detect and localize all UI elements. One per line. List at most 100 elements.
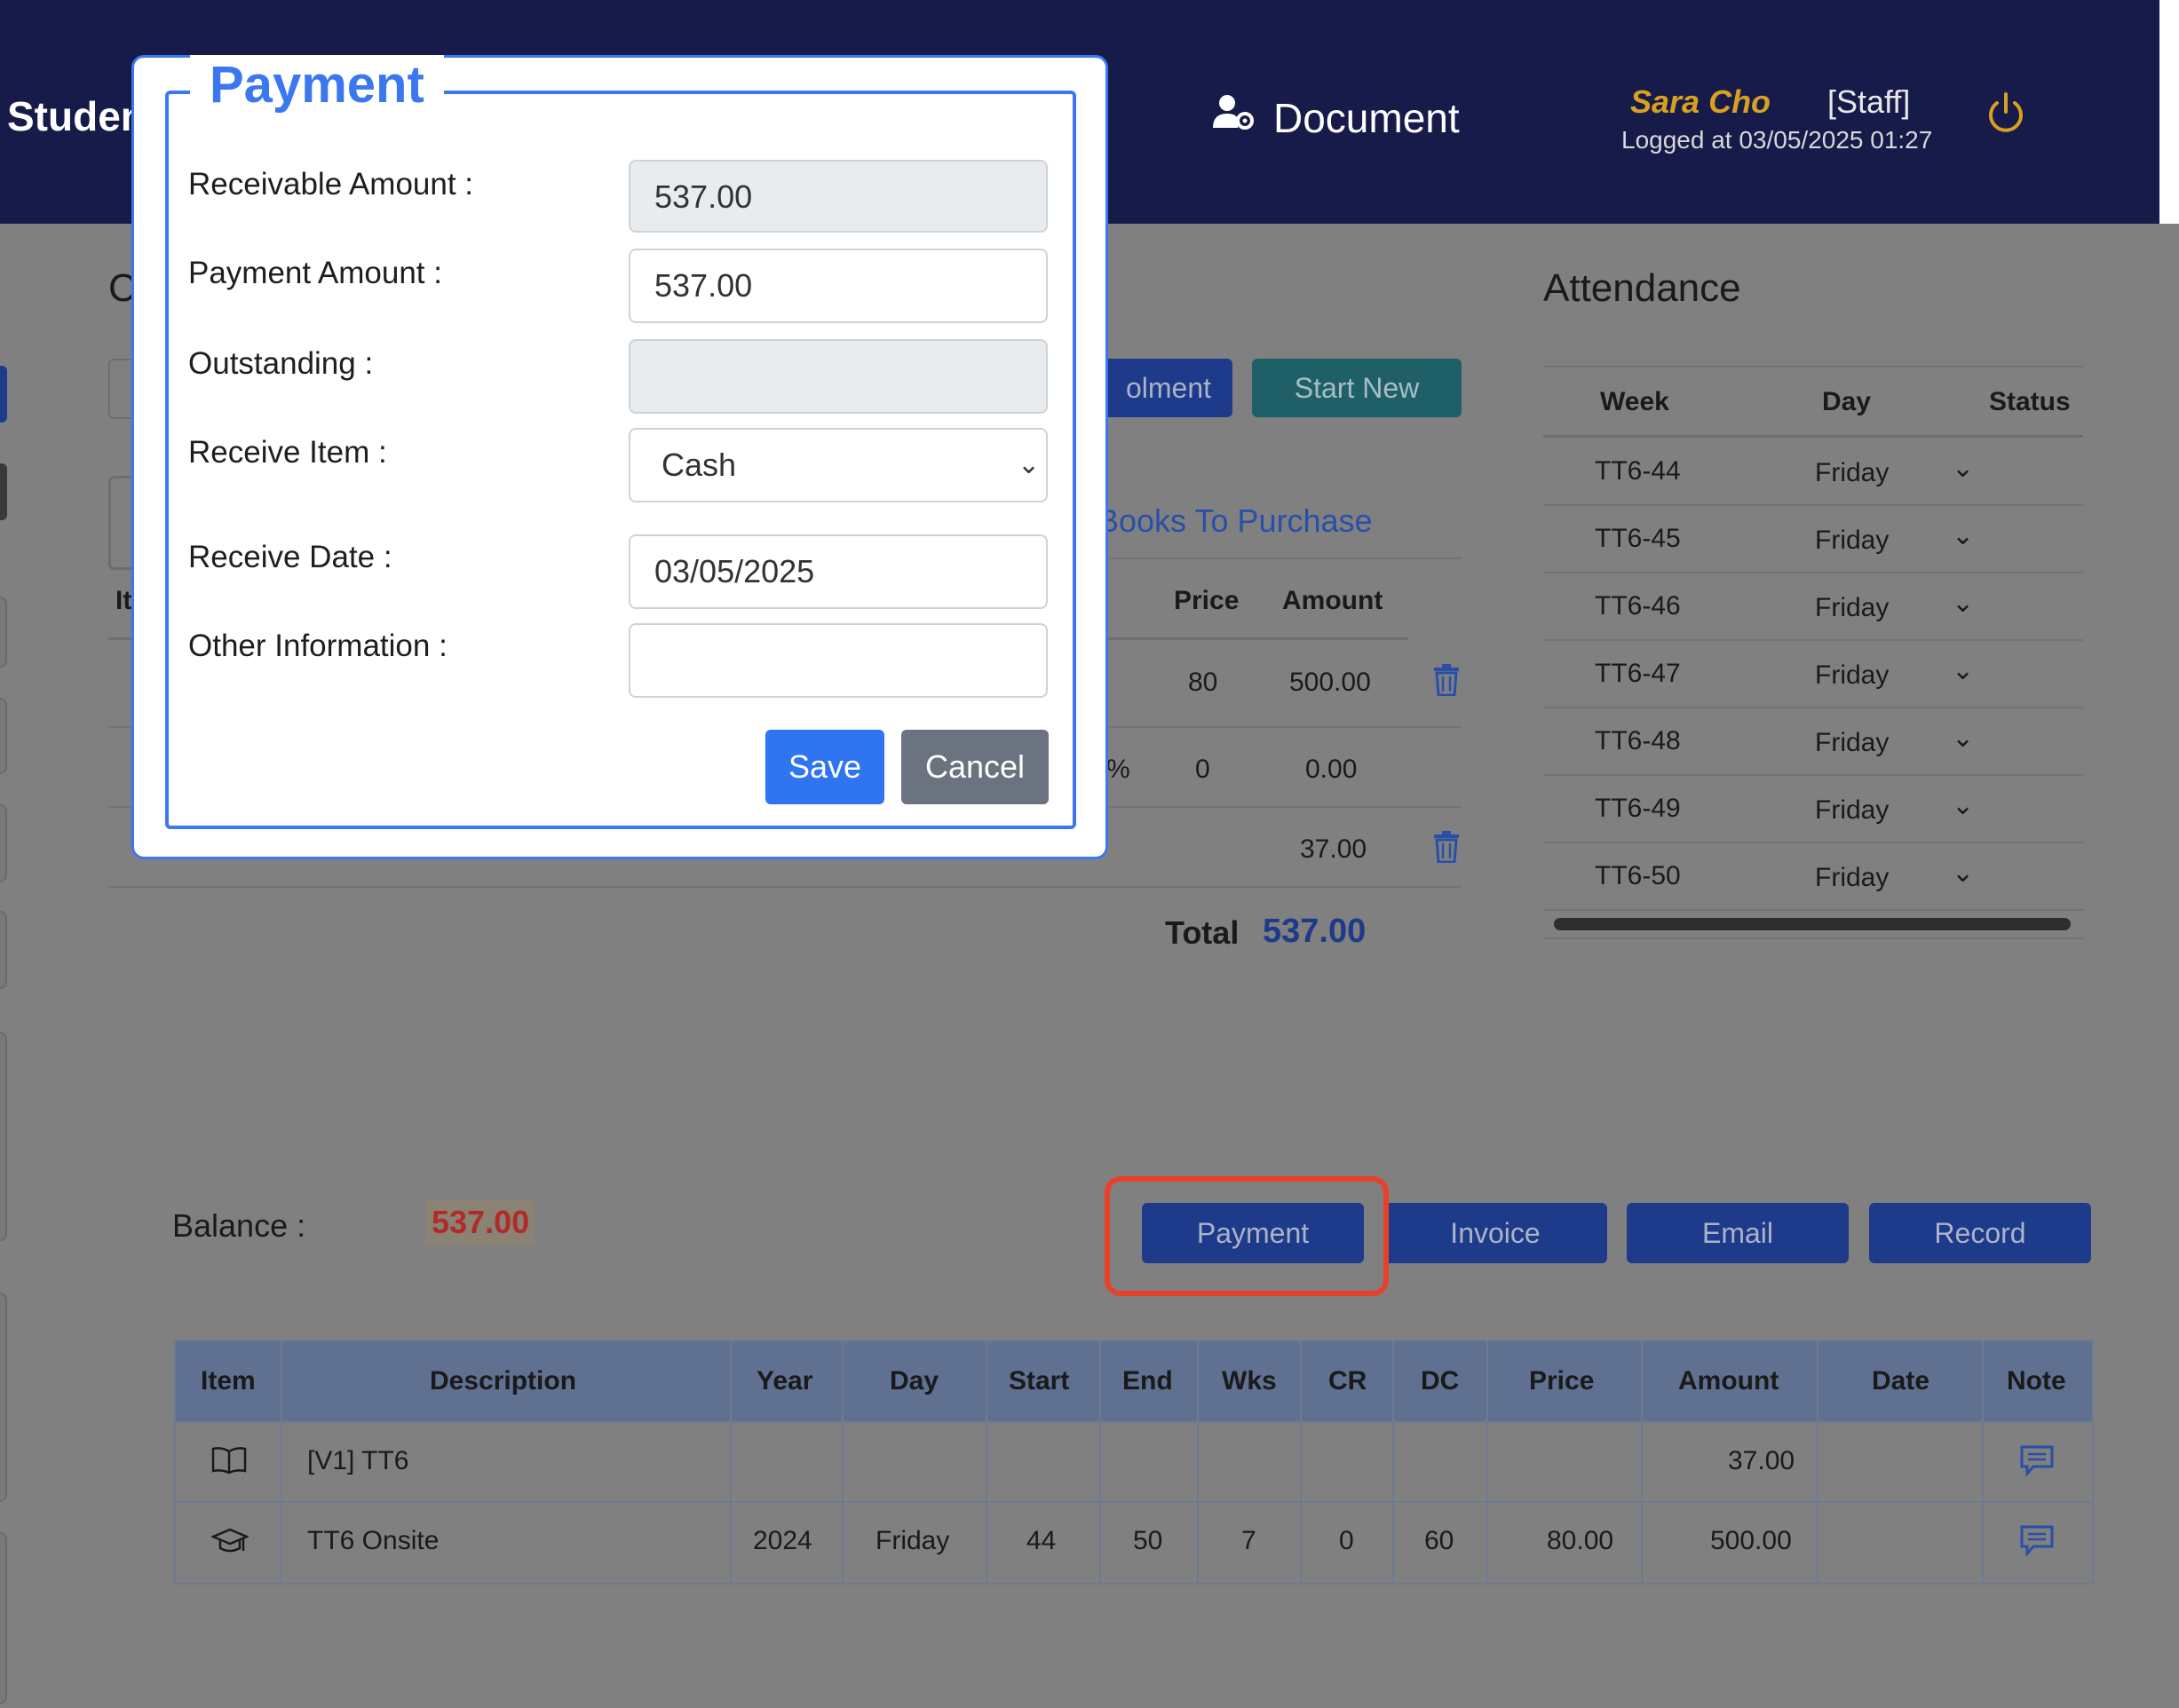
side-tab[interactable] [0, 911, 7, 989]
side-tab[interactable] [0, 1032, 7, 1241]
row-divider [108, 886, 1462, 888]
book-icon [211, 1446, 247, 1475]
col-note: Note [2007, 1366, 2066, 1396]
divider [1543, 707, 2083, 708]
row-price: 80.00 [1547, 1526, 1614, 1555]
other-information-input[interactable] [629, 623, 1048, 698]
row-description: TT6 Onsite [307, 1526, 440, 1555]
note-icon[interactable] [2019, 1524, 2055, 1557]
status-dropdown[interactable]: ⌄ [1952, 588, 1974, 619]
payment-amount-input[interactable]: 537.00 [629, 249, 1048, 323]
total-label: Total [1165, 914, 1240, 951]
books-to-purchase-link[interactable]: Books To Purchase [1097, 502, 1373, 540]
chevron-down-icon: ⌄ [1018, 450, 1041, 479]
divider [1543, 366, 2083, 368]
col-divider [1486, 1341, 1488, 1583]
status-dropdown[interactable]: ⌄ [1952, 723, 1974, 754]
divider [1543, 842, 2083, 843]
side-tab[interactable] [0, 1532, 7, 1704]
status-dropdown[interactable]: ⌄ [1952, 520, 1974, 551]
divider [1543, 639, 2083, 641]
row-amount: 500.00 [1710, 1526, 1792, 1555]
col-divider [1641, 1341, 1643, 1583]
modal-title: Payment [190, 55, 444, 115]
attendance-table: Week Day Status TT6-44 Friday ⌄ TT6-45 F… [1543, 366, 2083, 939]
start-new-button[interactable]: Start New [1252, 359, 1462, 417]
user-gear-icon [1213, 92, 1254, 131]
enrolment-button[interactable]: olment [1105, 359, 1232, 417]
receive-date-input[interactable]: 03/05/2025 [629, 534, 1048, 609]
divider [1543, 504, 2083, 506]
note-icon[interactable] [2019, 1444, 2055, 1477]
email-button[interactable]: Email [1627, 1203, 1849, 1263]
attendance-week: TT6-46 [1595, 591, 1681, 621]
col-divider [1099, 1341, 1101, 1583]
side-tab[interactable] [0, 698, 7, 774]
divider [1543, 937, 2083, 939]
divider [1543, 435, 2083, 438]
trash-icon[interactable] [1433, 664, 1460, 697]
payment-amount-label: Payment Amount : [188, 256, 442, 290]
status-header: Status [1989, 387, 2071, 416]
side-tab[interactable] [0, 597, 7, 668]
col-divider [1817, 1341, 1818, 1583]
attendance-day: Friday [1815, 728, 1890, 757]
invoice-button[interactable]: Invoice [1383, 1203, 1607, 1263]
cancel-button[interactable]: Cancel [901, 730, 1049, 804]
row-year: 2024 [753, 1526, 812, 1555]
row-cr: 0 [1339, 1526, 1354, 1555]
side-tab[interactable] [0, 463, 7, 520]
power-icon[interactable] [1985, 91, 2026, 135]
attendance-day: Friday [1815, 660, 1890, 690]
side-tab[interactable] [0, 1293, 7, 1502]
row-amount: 37.00 [1728, 1446, 1795, 1475]
attendance-day: Friday [1815, 526, 1890, 555]
nav-students[interactable]: Studen [7, 92, 146, 140]
side-tab-active[interactable] [0, 366, 7, 423]
row-start: 44 [1026, 1526, 1057, 1555]
week-header: Week [1600, 387, 1669, 416]
side-tab[interactable] [0, 804, 7, 882]
col-wks: Wks [1222, 1366, 1277, 1396]
status-dropdown[interactable]: ⌄ [1952, 790, 1974, 821]
col-item: Item [201, 1366, 256, 1396]
status-dropdown[interactable]: ⌄ [1952, 453, 1974, 484]
item-header-fragment: It [115, 586, 132, 615]
save-button[interactable]: Save [765, 730, 884, 804]
status-dropdown[interactable]: ⌄ [1952, 858, 1974, 889]
divider [1543, 572, 2083, 573]
col-year: Year [757, 1366, 813, 1396]
col-divider [1197, 1341, 1199, 1583]
outstanding-label: Outstanding : [188, 346, 374, 381]
discount-price: 0 [1195, 755, 1210, 784]
col-divider [1392, 1341, 1394, 1583]
discount-pct: % [1106, 755, 1130, 784]
login-timestamp: Logged at 03/05/2025 01:27 [1621, 126, 1933, 154]
trash-icon[interactable] [1433, 831, 1460, 864]
receive-item-value: Cash [662, 447, 737, 483]
receive-item-select[interactable]: Cash ⌄ [629, 428, 1048, 502]
nav-document[interactable]: Document [1273, 94, 1460, 142]
receive-item-label: Receive Item : [188, 435, 387, 470]
attendance-title: Attendance [1543, 266, 1741, 310]
col-divider [986, 1341, 987, 1583]
balance-value: 537.00 [426, 1200, 535, 1245]
graduation-cap-icon [210, 1526, 250, 1556]
col-amount: Amount [1678, 1366, 1779, 1396]
row-description: [V1] TT6 [307, 1446, 409, 1475]
attendance-week: TT6-49 [1595, 794, 1681, 823]
book-amount: 37.00 [1300, 834, 1367, 864]
row-divider [176, 1501, 2092, 1503]
row-day: Friday [876, 1526, 950, 1555]
receivable-amount-label: Receivable Amount : [188, 167, 474, 202]
horizontal-scrollbar[interactable] [1554, 918, 2071, 930]
receive-date-label: Receive Date : [188, 540, 392, 574]
col-divider [1300, 1341, 1302, 1583]
day-header: Day [1822, 387, 1872, 416]
attendance-day: Friday [1815, 458, 1890, 487]
col-divider [281, 1341, 282, 1583]
record-button[interactable]: Record [1869, 1203, 2091, 1263]
row-divider [176, 1421, 2092, 1423]
attendance-week: TT6-48 [1595, 726, 1681, 755]
status-dropdown[interactable]: ⌄ [1952, 655, 1974, 686]
